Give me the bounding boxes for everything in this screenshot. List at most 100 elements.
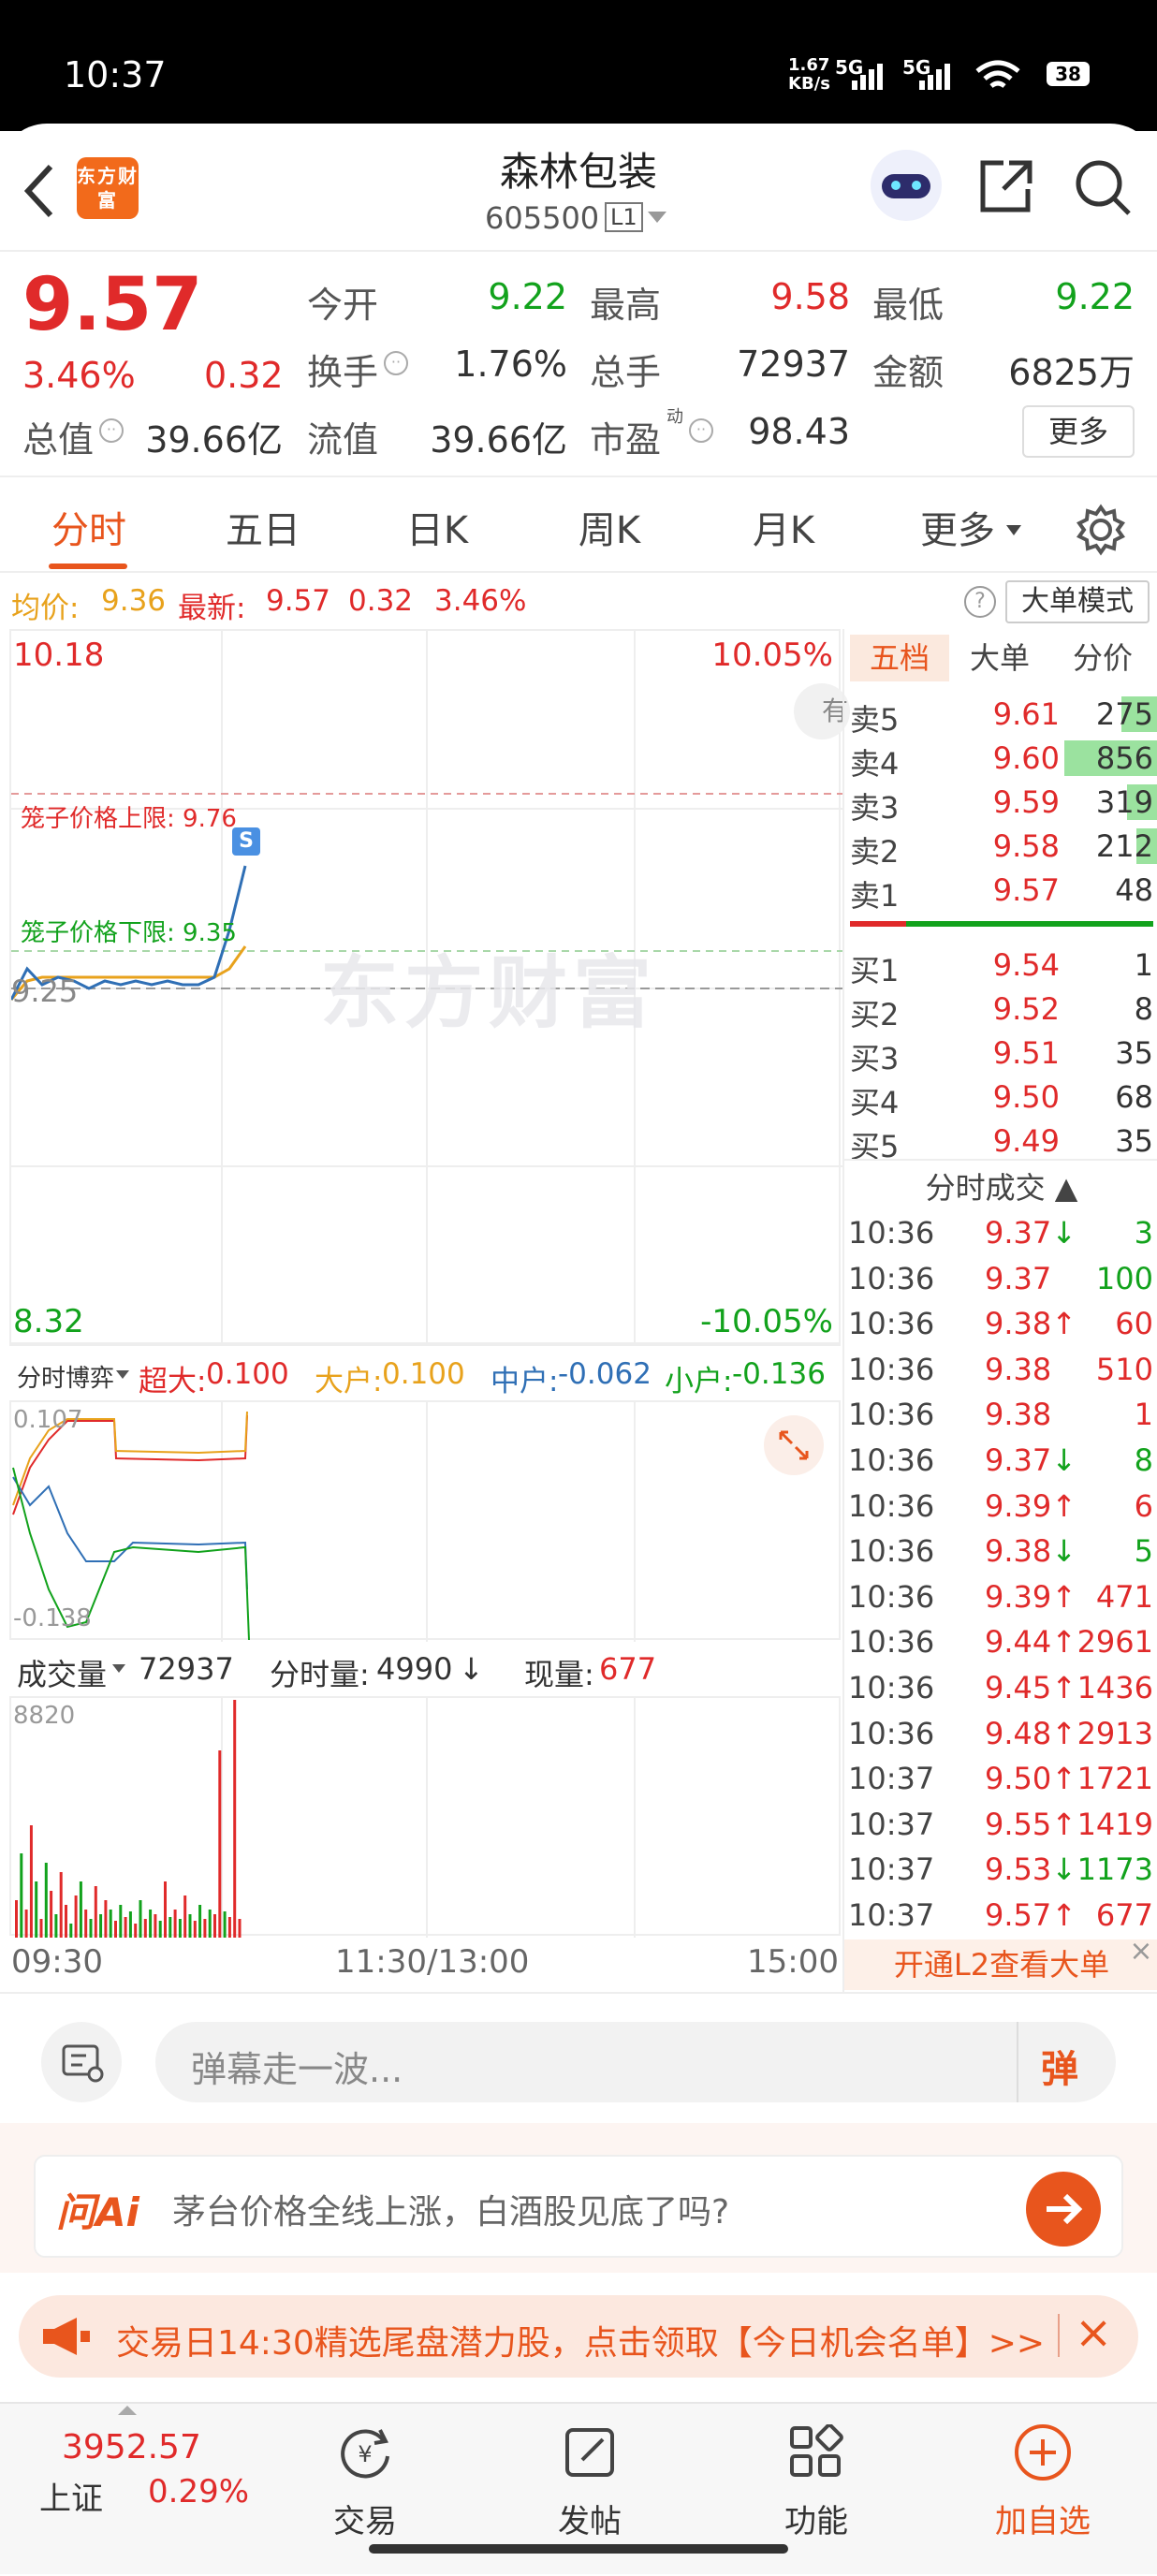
- tab-five-levels[interactable]: 五档: [850, 635, 949, 681]
- low-label: 最低: [872, 285, 945, 326]
- ask-qty: 319: [1095, 784, 1153, 820]
- bid-row[interactable]: 买5 9.49 35: [844, 1120, 1157, 1164]
- flow-selector[interactable]: 分时博弈: [17, 1359, 114, 1394]
- tab-daily-k[interactable]: 日K: [386, 479, 489, 582]
- tab-more[interactable]: 更多: [906, 479, 1009, 582]
- volume-chart[interactable]: 8820: [9, 1696, 841, 1938]
- bid-row[interactable]: 买3 9.51 35: [844, 1032, 1157, 1076]
- trade-price-value: 9.39: [985, 1578, 1052, 1615]
- ask-row[interactable]: 卖2 9.58 212: [844, 825, 1157, 870]
- promo-banner[interactable]: 交易日14:30精选尾盘潜力股，点击领取【今日机会名单】>> ×: [19, 2295, 1138, 2378]
- trade-direction: ↓: [1051, 1533, 1077, 1570]
- volume-bar: [128, 1911, 132, 1938]
- trade-time: 10:36: [848, 1670, 935, 1705]
- bid-row[interactable]: 买2 9.52 8: [844, 988, 1157, 1032]
- level-badge[interactable]: L1: [605, 202, 643, 232]
- nav-add-watchlist-label: 加自选: [995, 2503, 1091, 2540]
- amount-label: 金额: [872, 352, 945, 393]
- triangle-up-icon: ▲: [1045, 1170, 1078, 1206]
- search-icon[interactable]: [1073, 157, 1133, 217]
- volume-bar: [193, 1921, 197, 1938]
- help-icon[interactable]: ?: [964, 586, 996, 618]
- trade-price-value: 9.38: [985, 1533, 1052, 1570]
- ask-row[interactable]: 卖1 9.57 48: [844, 869, 1157, 914]
- chevron-down-icon[interactable]: [116, 1370, 129, 1380]
- stock-header: 东方财富 森林包装 605500 L1: [0, 124, 1157, 250]
- volume-selector[interactable]: 成交量: [17, 1651, 107, 1694]
- volume-bar: [143, 1919, 147, 1938]
- ask-row[interactable]: 卖3 9.59 319: [844, 781, 1157, 826]
- more-button[interactable]: 更多: [1022, 405, 1135, 458]
- dropdown-icon[interactable]: [646, 210, 668, 225]
- index-pct[interactable]: 0.29%: [148, 2473, 249, 2510]
- home-indicator[interactable]: [369, 2544, 788, 2554]
- flow-mid-value: -0.062: [558, 1357, 652, 1391]
- ask-row[interactable]: 卖5 9.61 275: [844, 693, 1157, 738]
- info-icon[interactable]: ··: [99, 418, 124, 443]
- arrow-right-icon[interactable]: [1026, 2172, 1101, 2247]
- volume-bar: [233, 1700, 237, 1938]
- bid-level-label: 买4: [850, 1085, 900, 1120]
- index-name[interactable]: 上证: [39, 2473, 103, 2519]
- trade-row: 10:36 9.38↑ 60: [844, 1302, 1157, 1347]
- volume-bar: [89, 1919, 93, 1938]
- trade-row: 10:36 9.37↓ 8: [844, 1439, 1157, 1484]
- ask-level-label: 卖1: [850, 878, 900, 914]
- promo-text: 交易日14:30精选尾盘潜力股，点击领取【今日机会名单】>>: [116, 2324, 1043, 2363]
- trade-price: 9.39↑: [985, 1488, 1097, 1524]
- ask-qty: 48: [1115, 872, 1153, 908]
- tab-monthly-k[interactable]: 月K: [732, 479, 835, 582]
- triangle-up-icon: [118, 2406, 137, 2415]
- expand-icon[interactable]: [764, 1415, 824, 1475]
- flow-chart[interactable]: 0.107 -0.138: [9, 1400, 841, 1642]
- info-icon[interactable]: ··: [689, 418, 713, 443]
- trade-time: 10:36: [848, 1306, 935, 1342]
- volume-bar: [79, 1881, 82, 1938]
- chevron-down-icon[interactable]: [112, 1664, 125, 1674]
- danmaku-settings-icon[interactable]: [41, 2022, 122, 2102]
- robot-assistant-icon[interactable]: [871, 150, 942, 221]
- trade-direction: ↓: [1051, 1442, 1077, 1478]
- status-time: 10:37: [64, 54, 167, 95]
- bid-row[interactable]: 买1 9.54 1: [844, 944, 1157, 988]
- signal-s-marker[interactable]: S: [232, 827, 260, 856]
- tab-big-orders[interactable]: 大单: [962, 635, 1037, 681]
- volume-bar: [94, 1886, 97, 1938]
- trade-qty: 60: [1115, 1306, 1153, 1342]
- trade-list[interactable]: 10:36 9.37↓ 3 10:36 9.37 100 10:36 9.38↑ 60 10:36…: [844, 1211, 1157, 1941]
- trade-price-value: 9.37: [985, 1215, 1052, 1251]
- y-min-label: 8.32: [13, 1303, 84, 1340]
- share-icon[interactable]: [975, 157, 1035, 217]
- ai-question-card[interactable]: 问Ai 茅台价格全线上涨，白酒股见底了吗?: [34, 2155, 1123, 2258]
- trade-time: 10:36: [848, 1397, 935, 1433]
- trade-price-value: 9.37: [985, 1260, 1052, 1296]
- change-pct: 3.46%: [22, 355, 136, 396]
- info-icon[interactable]: ··: [384, 351, 408, 375]
- side-drawer-tab[interactable]: 有: [794, 683, 850, 739]
- danmaku-input[interactable]: 弹幕走一波... 弹: [155, 2022, 1116, 2102]
- chevron-down-icon[interactable]: [1005, 524, 1022, 537]
- ask-bid-divider-green: [906, 921, 1153, 927]
- close-icon[interactable]: ×: [1075, 2306, 1112, 2359]
- flow-mid-line: [12, 1476, 248, 1590]
- l2-upsell-banner[interactable]: 开通L2查看大单: [844, 1939, 1157, 1990]
- index-value[interactable]: 3952.57: [62, 2428, 201, 2466]
- volume-total: 72937: [139, 1651, 234, 1687]
- close-icon[interactable]: ×: [1127, 1938, 1155, 1968]
- nav-add-watchlist[interactable]: 加自选: [968, 2404, 1118, 2576]
- big-order-mode-button[interactable]: 大单模式: [1005, 580, 1150, 623]
- lower-limit-label: 笼子价格下限: 9.35: [21, 919, 237, 947]
- trades-title[interactable]: 分时成交 ▲: [844, 1164, 1157, 1208]
- trade-qty: 8: [1134, 1442, 1153, 1478]
- intraday-chart[interactable]: 东方财富 10.18 10.05% 8.32 -10.05% 9.25 笼子价格…: [9, 629, 850, 1346]
- trade-time: 10:36: [848, 1487, 935, 1524]
- settings-gear-icon[interactable]: [1075, 504, 1127, 556]
- bid-row[interactable]: 买4 9.50 68: [844, 1076, 1157, 1120]
- net-speed: 1.67 KB/s: [788, 55, 830, 94]
- tab-price-distribution[interactable]: 分价: [1056, 635, 1150, 681]
- danmaku-toggle-button[interactable]: 弹: [1041, 2039, 1078, 2093]
- ask-row[interactable]: 卖4 9.60 856: [844, 737, 1157, 782]
- tab-5day[interactable]: 五日: [212, 479, 315, 582]
- tab-weekly-k[interactable]: 周K: [558, 479, 661, 582]
- minute-volume-value: 4990: [376, 1651, 453, 1687]
